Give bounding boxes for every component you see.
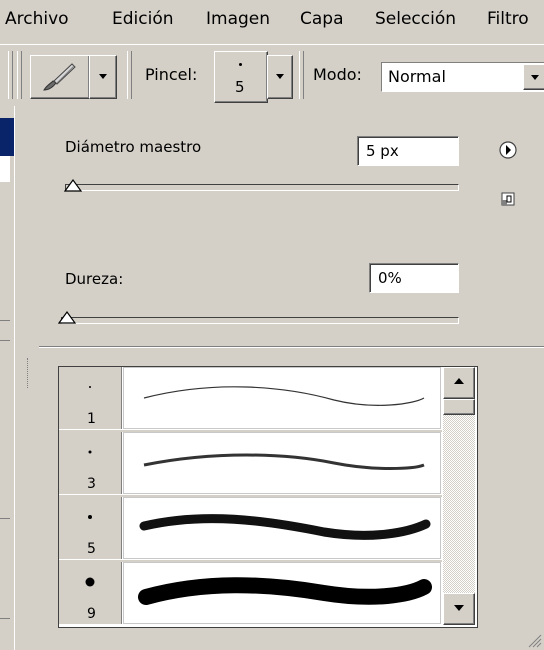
hardness-track[interactable] [61, 317, 459, 324]
brush-picker-dropdown[interactable] [267, 55, 293, 99]
brush-stroke-preview [123, 367, 441, 429]
menu-edicion[interactable]: Edición [112, 9, 174, 29]
strip-tick [0, 320, 10, 321]
mode-select-arrow[interactable] [523, 64, 544, 90]
chevron-up-icon [454, 378, 464, 384]
brush-tip-dot [239, 63, 242, 66]
brush-preset-size: 5 [87, 541, 96, 557]
scroll-down-button[interactable] [443, 593, 475, 625]
menu-seleccion[interactable]: Selección [375, 9, 456, 29]
brush-preset-row[interactable]: 3 [59, 432, 442, 496]
master-diameter-track[interactable] [65, 184, 459, 191]
brush-preset-row[interactable]: 1 [59, 367, 442, 431]
scroll-thumb[interactable] [443, 399, 475, 415]
new-preset-icon[interactable] [501, 192, 515, 206]
brush-size-label: 5 [235, 78, 245, 96]
menu-bar: Archivo Edición Imagen Capa Selección Fi… [0, 0, 544, 44]
brush-tip-dot [88, 515, 92, 519]
document-edge [0, 106, 14, 650]
brush-preset-row[interactable]: 9 [59, 562, 442, 626]
menu-filtro[interactable]: Filtro [487, 9, 529, 29]
brush-preview-button[interactable]: 5 [214, 51, 268, 103]
brush-preset-size: 3 [87, 476, 96, 492]
brush-stroke-preview [123, 497, 441, 559]
brush-tip-dot [85, 577, 95, 587]
circle-arrow-right-icon[interactable] [498, 140, 518, 160]
master-diameter-slider-thumb[interactable] [64, 178, 82, 192]
scroll-up-button[interactable] [443, 367, 475, 399]
menu-imagen[interactable]: Imagen [206, 9, 270, 29]
tool-preset-button[interactable] [30, 55, 90, 99]
toolbar-grip[interactable] [8, 51, 13, 99]
strip-tick [0, 340, 10, 341]
chevron-down-icon [99, 74, 107, 79]
chevron-down-icon [531, 75, 539, 80]
brush-preset-thumb: 3 [59, 432, 122, 494]
tool-preset-dropdown[interactable] [89, 55, 117, 99]
brush-preset-thumb: 5 [59, 497, 122, 559]
brush-tip-dot [89, 386, 91, 388]
brush-tip-dot [88, 450, 92, 454]
hardness-slider-thumb[interactable] [58, 310, 76, 324]
mode-label: Modo: [313, 65, 362, 84]
resize-grip-icon[interactable] [526, 632, 542, 648]
brush-preset-thumb: 1 [59, 367, 122, 429]
brush-list-scrollbar[interactable] [443, 367, 475, 625]
brush-stroke-preview [123, 432, 441, 494]
brush-preset-list[interactable]: 1 3 5 9 [58, 366, 478, 628]
brush-preset-thumb: 9 [59, 562, 122, 624]
hardness-input[interactable]: 0% [369, 263, 459, 293]
brush-preset-size: 1 [87, 411, 96, 427]
options-bar: Pincel: 5 Modo: Normal [0, 44, 544, 108]
master-diameter-input[interactable]: 5 px [357, 136, 459, 166]
brush-preset-row[interactable]: 5 [59, 497, 442, 561]
brush-stroke-preview [123, 562, 441, 624]
brush-preset-size: 9 [87, 606, 96, 622]
master-diameter-label: Diámetro maestro [65, 138, 202, 156]
strip-tick [0, 618, 10, 619]
paintbrush-icon [43, 63, 76, 91]
toolbar-separator-2 [299, 51, 304, 99]
mode-select[interactable]: Normal [381, 62, 544, 92]
brush-label: Pincel: [145, 65, 198, 84]
menu-archivo[interactable]: Archivo [5, 9, 69, 29]
toolbar-grip-2 [17, 51, 22, 99]
panel-divider [39, 346, 544, 348]
toolbar-separator [127, 51, 132, 99]
panel-resize-grip[interactable] [27, 358, 32, 388]
menu-capa[interactable]: Capa [300, 9, 344, 29]
document-canvas-edge [0, 156, 10, 182]
strip-tick [0, 518, 10, 519]
chevron-down-icon [276, 74, 284, 79]
chevron-down-icon [454, 605, 464, 611]
mode-select-value: Normal [388, 67, 446, 86]
document-title-edge [0, 118, 14, 156]
hardness-label: Dureza: [65, 270, 124, 288]
